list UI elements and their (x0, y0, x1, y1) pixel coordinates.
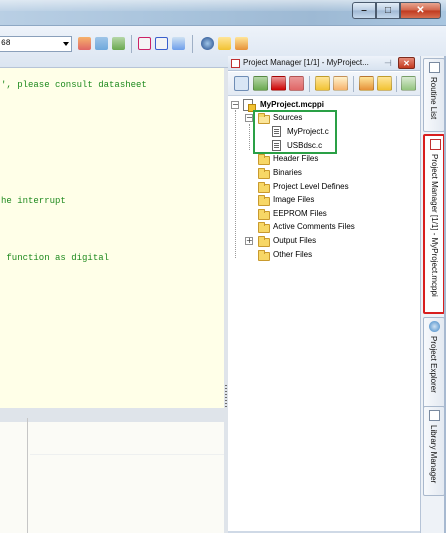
tab-project-manager[interactable]: Project Manager [1/1] - MyProject.mcppi (423, 134, 445, 314)
folder-icon (258, 195, 270, 206)
toolbar-separator (396, 76, 397, 92)
panel-close-button[interactable]: ✕ (398, 57, 415, 69)
window-controls: – □ ✕ (352, 2, 441, 19)
folder-icon (258, 154, 270, 165)
editor-margin-line (27, 418, 28, 533)
editor-lower-area (0, 413, 224, 533)
close-button[interactable]: ✕ (400, 2, 441, 19)
toolbar-separator (131, 35, 132, 53)
toolbar-separator (309, 76, 310, 92)
tree-folder-image-files[interactable]: Image Files (273, 195, 314, 204)
collapse-sources-toggle[interactable]: − (245, 114, 253, 122)
library-icon (429, 410, 440, 421)
close-project-icon[interactable] (271, 76, 286, 91)
tree-guide (235, 110, 236, 258)
pin-icon[interactable]: ⊣ (384, 58, 392, 69)
chevron-down-icon[interactable] (63, 42, 69, 46)
tab-label: Library Manager (429, 425, 438, 484)
toolbar-separator (353, 76, 354, 92)
tree-folder-active-comments-files[interactable]: Active Comments Files (273, 222, 355, 231)
splitter-grip[interactable] (225, 385, 227, 409)
tools-icon[interactable] (218, 37, 231, 50)
settings-icon[interactable] (401, 76, 416, 91)
tab-label: Project Explorer (429, 336, 438, 393)
tab-label: Project Manager [1/1] - MyProject.mcppi (430, 154, 439, 297)
editor-current-line (0, 408, 224, 422)
program-icon[interactable] (112, 37, 125, 50)
open-project-icon[interactable] (253, 76, 268, 91)
add-folder-icon[interactable] (315, 76, 330, 91)
display-icon[interactable] (172, 37, 185, 50)
folder-icon (258, 209, 270, 220)
project-file-icon (243, 99, 256, 112)
project-tree: − MyProject.mcppi − Sources MyProject.c … (228, 96, 420, 533)
window-title-bar: – □ ✕ (0, 0, 446, 26)
refresh-icon[interactable] (377, 76, 392, 91)
new-project-icon[interactable] (289, 76, 304, 91)
tree-folder-header-files[interactable]: Header Files (273, 154, 318, 163)
add-file-icon[interactable] (333, 76, 348, 91)
code-line: he interrupt (1, 196, 66, 206)
build-all-icon[interactable] (95, 37, 108, 50)
tab-routine-list[interactable]: Routine List (423, 58, 445, 132)
tree-folder-output-files[interactable]: Output Files (273, 236, 316, 245)
build-icon[interactable] (78, 37, 91, 50)
folder-icon (258, 236, 270, 247)
tab-library-manager[interactable]: Library Manager (423, 406, 445, 496)
tree-guide (249, 124, 250, 150)
tree-folder-project-level-defines[interactable]: Project Level Defines (273, 182, 349, 191)
tab-label: Routine List (429, 77, 438, 120)
sources-highlight-box (253, 110, 337, 154)
help-icon[interactable] (201, 37, 214, 50)
tree-root[interactable]: MyProject.mcppi (260, 100, 324, 109)
folder-icon (258, 168, 270, 179)
maximize-button[interactable]: □ (376, 2, 400, 19)
tab-project-explorer[interactable]: Project Explorer (423, 317, 445, 413)
side-tab-strip: Routine List Project Manager [1/1] - MyP… (420, 56, 446, 533)
font-icon[interactable] (138, 37, 151, 50)
device-combo[interactable]: 68 (0, 36, 72, 52)
code-line: ', please consult datasheet (1, 80, 147, 90)
folder-icon (258, 182, 270, 193)
editor-guide-line (30, 454, 224, 455)
options-icon[interactable] (235, 37, 248, 50)
save-project-icon[interactable] (234, 76, 249, 91)
magnifier-icon (429, 321, 440, 332)
device-combo-value: 68 (1, 39, 11, 48)
project-manager-title: Project Manager [1/1] - MyProject... (243, 58, 369, 67)
folder-icon (258, 250, 270, 261)
edit-icon[interactable] (359, 76, 374, 91)
tree-folder-eeprom-files[interactable]: EEPROM Files (273, 209, 327, 218)
folder-icon (258, 222, 270, 233)
code-editor[interactable]: ', please consult datasheet he interrupt… (0, 68, 224, 533)
collapse-root-toggle[interactable]: − (231, 101, 239, 109)
list-icon (429, 62, 440, 73)
project-manager-toolbar (228, 72, 420, 96)
minimize-button[interactable]: – (352, 2, 376, 19)
tree-folder-binaries[interactable]: Binaries (273, 168, 302, 177)
code-line: function as digital (1, 253, 110, 263)
tree-folder-other-files[interactable]: Other Files (273, 250, 312, 259)
toolbar-separator (192, 35, 193, 53)
italic-icon[interactable] (155, 37, 168, 50)
expand-output-toggle[interactable]: + (245, 237, 253, 245)
project-manager-icon (430, 139, 441, 150)
project-manager-header: Project Manager [1/1] - MyProject... ⊣ ✕ (228, 56, 420, 71)
project-manager-panel: Project Manager [1/1] - MyProject... ⊣ ✕… (228, 56, 420, 533)
project-manager-icon (231, 59, 240, 68)
